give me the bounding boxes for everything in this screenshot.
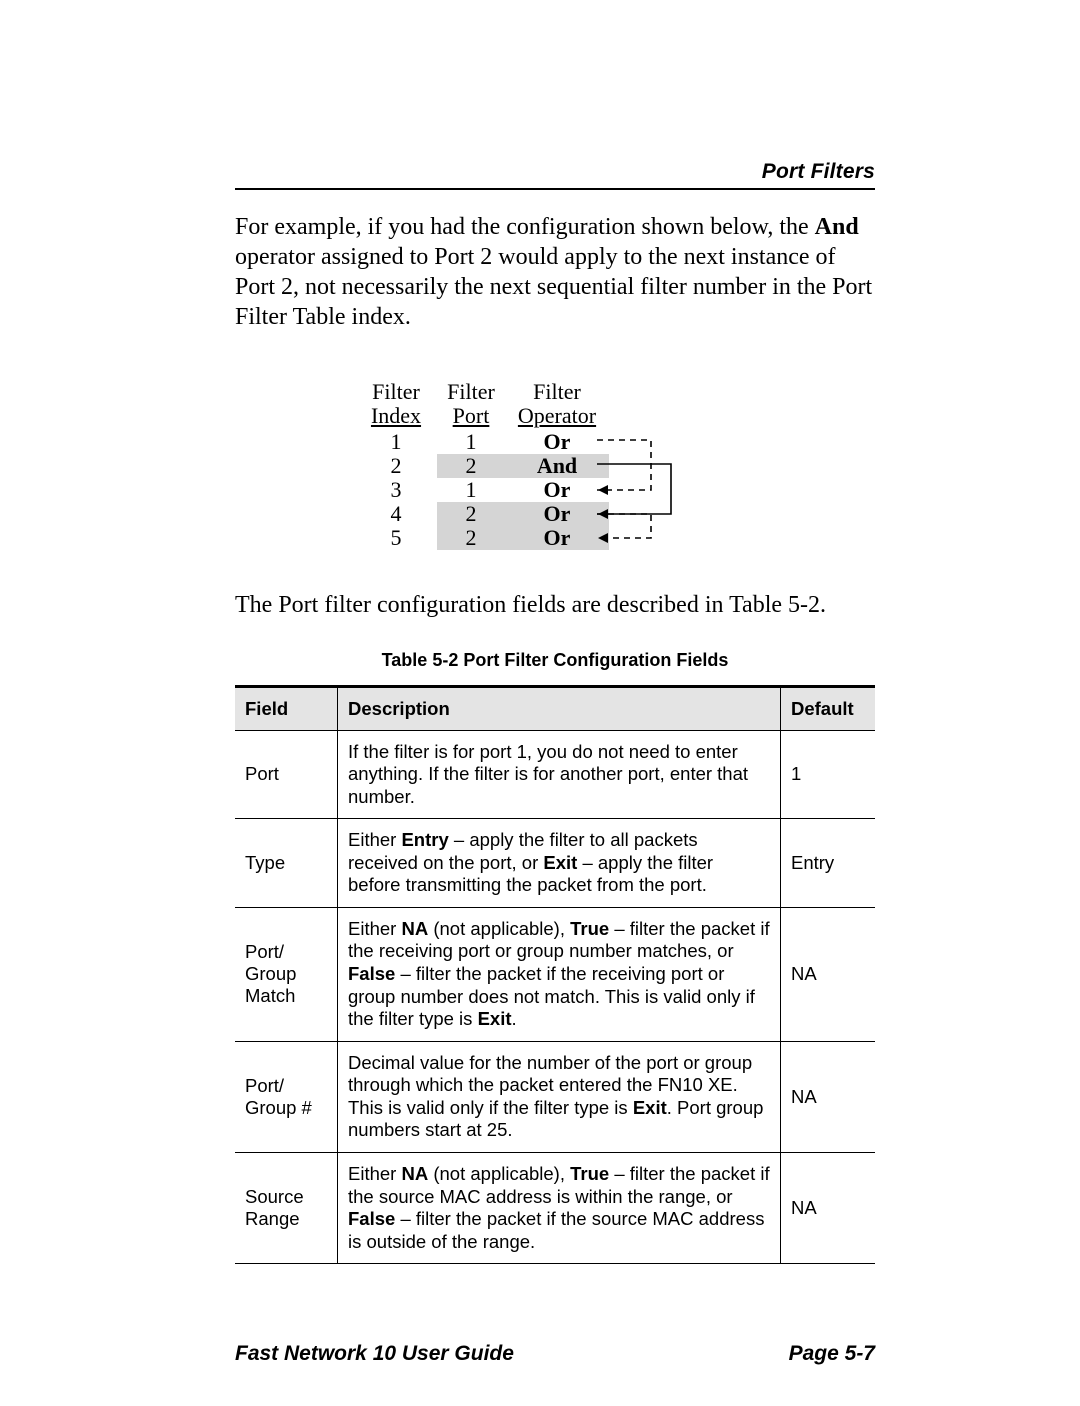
intro-paragraph: For example, if you had the configuratio… xyxy=(235,212,875,332)
intro-text-pre: For example, if you had the configuratio… xyxy=(235,214,815,240)
cell-filter-op: Or xyxy=(505,502,609,526)
cell-field: Port xyxy=(235,730,338,819)
th-desc: Description xyxy=(338,687,781,731)
table-row: 52Or xyxy=(355,526,609,550)
cell-filter-op: Or xyxy=(505,430,609,454)
table-ref-paragraph: The Port filter configuration fields are… xyxy=(235,590,875,620)
cell-filter-index: 2 xyxy=(355,454,437,478)
col-header-text: Filter xyxy=(372,379,420,404)
cell-field: Port/ Group Match xyxy=(235,907,338,1041)
table-row: Port/ Group #Decimal value for the numbe… xyxy=(235,1041,875,1152)
col-header-text: Filter xyxy=(447,379,495,404)
table-row: 42Or xyxy=(355,502,609,526)
cell-description: Decimal value for the number of the port… xyxy=(338,1041,781,1152)
cell-filter-port: 1 xyxy=(437,430,505,454)
col-header-filter-port: Filter Port xyxy=(437,380,505,430)
footer-left: Fast Network 10 User Guide xyxy=(235,1342,514,1366)
table-row: 31Or xyxy=(355,478,609,502)
col-header-text: Operator xyxy=(518,403,596,428)
cell-default: Entry xyxy=(781,819,876,908)
footer-right: Page 5-7 xyxy=(789,1342,875,1366)
example-filter-table-wrap: Filter Index Filter Port Filter Operator… xyxy=(355,380,665,550)
cell-filter-index: 4 xyxy=(355,502,437,526)
col-header-text: Filter xyxy=(533,379,581,404)
cell-description: Either NA (not applicable), True – filte… xyxy=(338,907,781,1041)
cell-filter-port: 2 xyxy=(437,526,505,550)
cell-field: Type xyxy=(235,819,338,908)
cell-filter-port: 1 xyxy=(437,478,505,502)
table-row: Port/ Group MatchEither NA (not applicab… xyxy=(235,907,875,1041)
cell-field: Port/ Group # xyxy=(235,1041,338,1152)
page-root: Port Filters For example, if you had the… xyxy=(0,0,1080,1406)
cell-filter-index: 3 xyxy=(355,478,437,502)
cell-field: Source Range xyxy=(235,1152,338,1263)
table-row: 11Or xyxy=(355,430,609,454)
config-tbody: PortIf the filter is for port 1, you do … xyxy=(235,730,875,1263)
table-row: 22And xyxy=(355,454,609,478)
intro-text-bold: And xyxy=(815,214,859,240)
example-filter-table: Filter Index Filter Port Filter Operator… xyxy=(355,380,609,550)
cell-filter-port: 2 xyxy=(437,502,505,526)
cell-description: Either NA (not applicable), True – filte… xyxy=(338,1152,781,1263)
cell-default: NA xyxy=(781,1152,876,1263)
cell-filter-index: 5 xyxy=(355,526,437,550)
table-row: TypeEither Entry – apply the filter to a… xyxy=(235,819,875,908)
section-title: Port Filters xyxy=(235,160,875,190)
table-row: Source RangeEither NA (not applicable), … xyxy=(235,1152,875,1263)
cell-description: Either Entry – apply the filter to all p… xyxy=(338,819,781,908)
col-header-filter-operator: Filter Operator xyxy=(505,380,609,430)
intro-text-post: operator assigned to Port 2 would apply … xyxy=(235,244,872,330)
cell-filter-op: And xyxy=(505,454,609,478)
col-header-text: Index xyxy=(371,403,421,428)
cell-filter-op: Or xyxy=(505,478,609,502)
cell-default: NA xyxy=(781,907,876,1041)
col-header-text: Port xyxy=(453,403,490,428)
cell-default: NA xyxy=(781,1041,876,1152)
config-table: Field Description Default PortIf the fil… xyxy=(235,686,875,1264)
col-header-filter-index: Filter Index xyxy=(355,380,437,430)
cell-filter-port: 2 xyxy=(437,454,505,478)
th-field: Field xyxy=(235,687,338,731)
cell-filter-index: 1 xyxy=(355,430,437,454)
footer: Fast Network 10 User Guide Page 5-7 xyxy=(235,1342,875,1406)
config-table-block: Field Description Default PortIf the fil… xyxy=(235,685,875,1265)
table-caption: Table 5-2 Port Filter Configuration Fiel… xyxy=(235,650,875,671)
example-tbody: 11Or22And31Or42Or52Or xyxy=(355,430,609,550)
cell-filter-op: Or xyxy=(505,526,609,550)
th-default: Default xyxy=(781,687,876,731)
cell-description: If the filter is for port 1, you do not … xyxy=(338,730,781,819)
cell-default: 1 xyxy=(781,730,876,819)
table-row: PortIf the filter is for port 1, you do … xyxy=(235,730,875,819)
